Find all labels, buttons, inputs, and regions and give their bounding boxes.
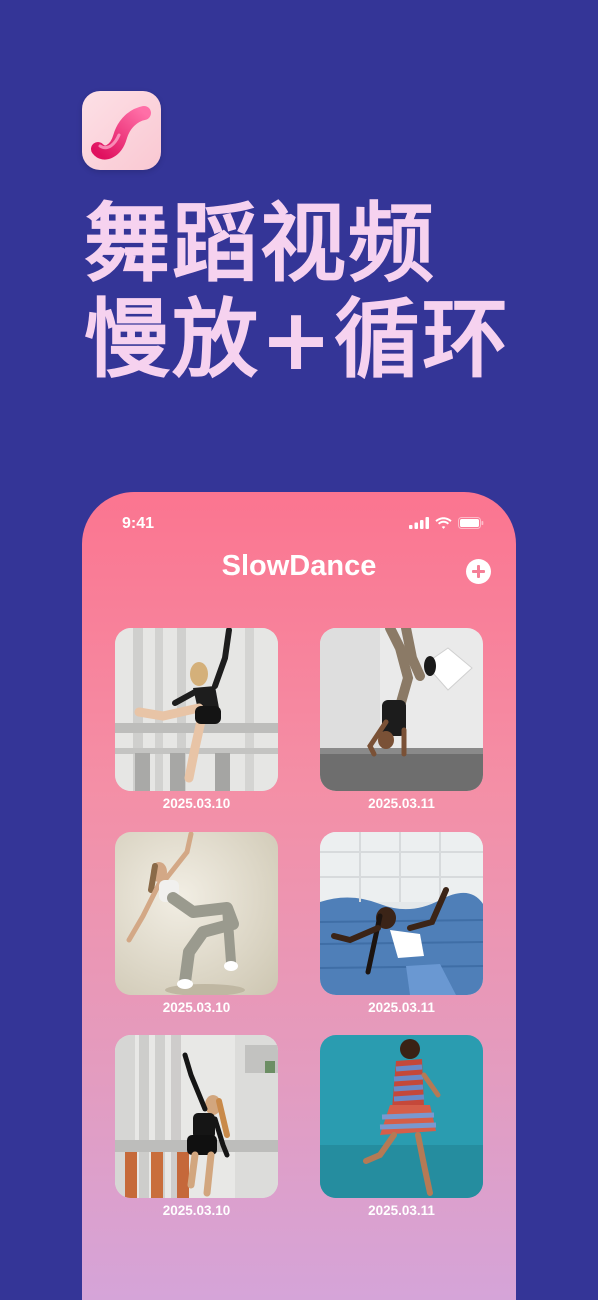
cellular-signal-icon <box>409 517 429 529</box>
video-thumbnail[interactable] <box>320 628 483 791</box>
video-thumbnail[interactable] <box>115 832 278 995</box>
video-card[interactable]: 2025.03.11 <box>320 832 483 1015</box>
video-thumbnail[interactable] <box>115 628 278 791</box>
battery-icon <box>458 517 484 529</box>
video-card[interactable]: 2025.03.11 <box>320 628 483 811</box>
video-thumbnail[interactable] <box>115 1035 278 1198</box>
video-thumbnail[interactable] <box>320 1035 483 1198</box>
phone-mockup: 9:41 SlowDance 2025.03.10 2025.03.11 202… <box>82 492 516 1300</box>
wifi-icon <box>435 517 452 529</box>
app-logo-icon <box>82 91 161 170</box>
add-video-button[interactable] <box>466 559 491 584</box>
video-date: 2025.03.10 <box>162 1000 231 1015</box>
status-icons <box>409 517 484 529</box>
status-time: 9:41 <box>122 515 155 532</box>
status-bar: 9:41 <box>82 492 516 552</box>
video-card[interactable]: 2025.03.10 <box>115 832 278 1015</box>
video-date: 2025.03.11 <box>368 1000 435 1015</box>
video-date: 2025.03.10 <box>162 796 231 811</box>
headline-line-2: 慢放+循环 <box>84 290 511 390</box>
video-thumbnail[interactable] <box>320 832 483 995</box>
video-card[interactable]: 2025.03.11 <box>320 1035 483 1218</box>
video-date: 2025.03.10 <box>162 1203 231 1218</box>
headline-line-1: 舞蹈视频 <box>84 194 436 294</box>
video-date: 2025.03.11 <box>368 1203 435 1218</box>
headline: 舞蹈视频 慢放+循环 <box>84 196 510 388</box>
video-card[interactable]: 2025.03.10 <box>115 1035 278 1218</box>
app-title: SlowDance <box>221 550 377 582</box>
video-date: 2025.03.11 <box>368 796 435 811</box>
video-card[interactable]: 2025.03.10 <box>115 628 278 811</box>
